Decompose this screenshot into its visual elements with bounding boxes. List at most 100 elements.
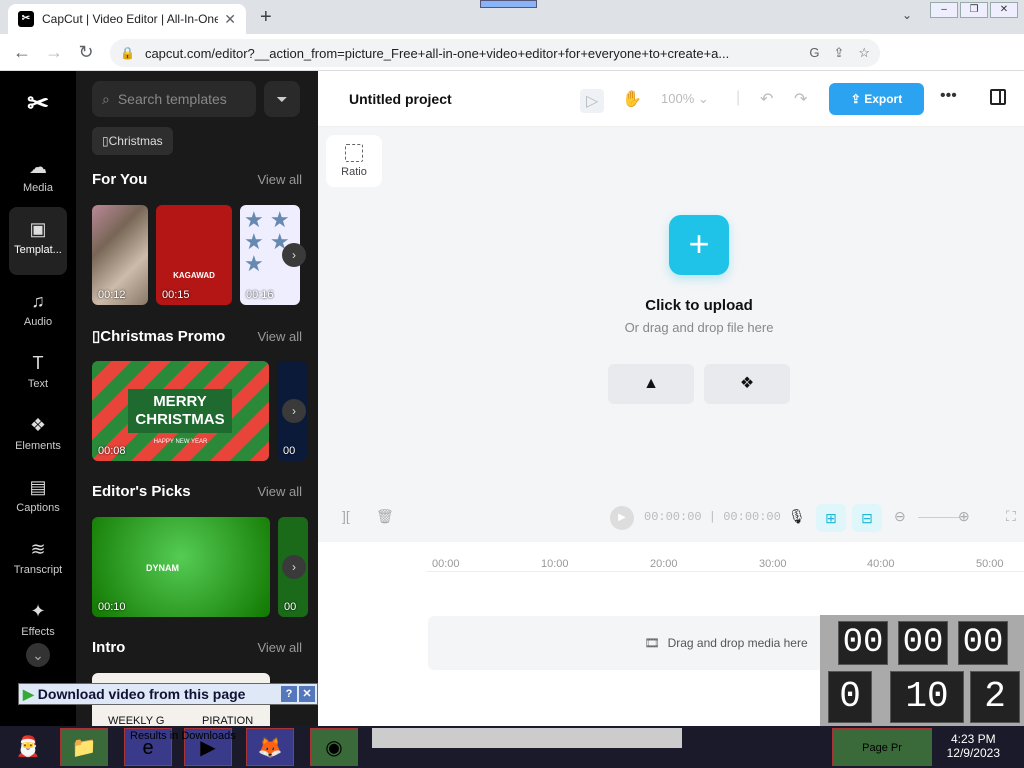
nav-label: Transcript bbox=[13, 564, 63, 576]
link-icon: ⊟ bbox=[861, 510, 873, 526]
back-button[interactable]: ← bbox=[6, 42, 38, 63]
tray-label: Page Pr bbox=[862, 742, 902, 754]
ratio-button[interactable]: Ratio bbox=[326, 135, 382, 187]
filter-button[interactable]: ⏷ bbox=[264, 81, 300, 117]
template-icon: ▣ bbox=[29, 219, 47, 239]
expand-nav-button[interactable]: ⌄ bbox=[26, 643, 50, 667]
capcut-logo[interactable]: ✂ bbox=[24, 89, 52, 117]
clock-digit: 00 bbox=[958, 621, 1008, 665]
split-icon[interactable]: ][ bbox=[342, 508, 350, 524]
help-icon[interactable]: ? bbox=[281, 686, 297, 702]
firefox-icon[interactable]: 🦊 bbox=[246, 728, 294, 766]
share-icon[interactable]: ⇪ bbox=[833, 45, 844, 61]
start-santa-icon[interactable]: 🎅 bbox=[4, 728, 52, 766]
google-icon[interactable]: G bbox=[809, 45, 819, 61]
next-arrow-button[interactable]: › bbox=[282, 555, 306, 579]
template-thumbnail[interactable]: 00:12 bbox=[92, 205, 148, 305]
close-icon[interactable]: ✕ bbox=[299, 686, 315, 702]
zoom-dropdown[interactable]: 100% ⌄ bbox=[661, 91, 709, 107]
close-tab-icon[interactable]: ✕ bbox=[224, 11, 236, 28]
redo-icon[interactable]: ↷ bbox=[794, 89, 807, 109]
tab-title: CapCut | Video Editor | All-In-One bbox=[42, 12, 219, 26]
undo-icon[interactable]: ↶ bbox=[760, 89, 773, 109]
nav-templates[interactable]: ▣ Templat... bbox=[9, 207, 67, 275]
address-toolbar: ← → ↻ 🔒 capcut.com/editor?__action_from=… bbox=[0, 34, 1024, 94]
section-title-text: Christmas Promo bbox=[100, 328, 226, 345]
address-bar[interactable]: 🔒 capcut.com/editor?__action_from=pictur… bbox=[110, 39, 880, 67]
next-arrow-button[interactable]: › bbox=[282, 243, 306, 267]
nav-captions[interactable]: ▤ Captions bbox=[0, 469, 76, 529]
download-video-bar[interactable]: ▶ Download video from this page ? ✕ bbox=[18, 683, 318, 705]
tab-search-chevron-icon[interactable]: ⌄ bbox=[902, 8, 912, 22]
google-drive-button[interactable]: ▲ bbox=[608, 364, 694, 404]
forward-button[interactable]: → bbox=[38, 42, 70, 63]
ruler-tick: 40:00 bbox=[867, 558, 895, 570]
nav-audio[interactable]: ♫ Audio bbox=[0, 283, 76, 343]
search-icon: ⌕ bbox=[102, 90, 110, 107]
section-header: ▯Christmas Promo View all bbox=[92, 327, 302, 345]
duration-label: 00:10 bbox=[98, 601, 126, 613]
file-explorer-icon[interactable]: 📁 bbox=[60, 728, 108, 766]
ruler-tick: 10:00 bbox=[541, 558, 569, 570]
tray-app[interactable]: Page Pr bbox=[832, 728, 932, 766]
new-tab-button[interactable]: + bbox=[260, 6, 272, 29]
view-all-link[interactable]: View all bbox=[257, 640, 302, 655]
section-header: For You View all bbox=[92, 171, 302, 188]
dropbox-button[interactable]: ❖ bbox=[704, 364, 790, 404]
view-all-link[interactable]: View all bbox=[257, 329, 302, 344]
search-input[interactable]: ⌕ Search templates bbox=[92, 81, 256, 117]
view-all-link[interactable]: View all bbox=[257, 484, 302, 499]
select-tool-icon[interactable]: ▷ bbox=[580, 89, 605, 113]
play-button[interactable]: ▶ bbox=[610, 506, 634, 530]
zoom-slider[interactable]: ——— bbox=[918, 508, 960, 524]
fit-icon[interactable]: ⛶ bbox=[1006, 508, 1016, 525]
christmas-chip[interactable]: ▯Christmas bbox=[92, 127, 173, 155]
reload-button[interactable]: ↻ bbox=[70, 42, 102, 63]
download-label: Download video from this page bbox=[37, 686, 246, 702]
zoom-in-icon[interactable]: ⊕ bbox=[958, 508, 970, 525]
chrome-icon[interactable]: ◉ bbox=[310, 728, 358, 766]
microphone-icon[interactable]: 🎙 bbox=[788, 508, 806, 525]
clock-digit: 00 bbox=[898, 621, 948, 665]
link-button[interactable]: ⊟ bbox=[852, 504, 882, 532]
nav-text[interactable]: T Text bbox=[0, 345, 76, 405]
hand-tool-icon[interactable]: ✋ bbox=[622, 89, 642, 109]
view-all-link[interactable]: View all bbox=[257, 172, 302, 187]
close-window-button[interactable]: ✕ bbox=[990, 2, 1018, 18]
timecode: 00:00:00 | 00:00:00 bbox=[644, 510, 781, 524]
taskbar-notice: Results in Downloads bbox=[130, 730, 236, 742]
template-thumbnail[interactable]: MERRY CHRISTMAS HAPPY NEW YEAR 00:08 bbox=[92, 361, 269, 461]
duration-label: 00:15 bbox=[162, 289, 190, 301]
nav-transcript[interactable]: ≋ Transcript bbox=[0, 531, 76, 591]
delete-icon[interactable]: 🗑 bbox=[376, 508, 394, 525]
upload-button[interactable]: + bbox=[669, 215, 729, 275]
export-button[interactable]: ⇪ Export bbox=[829, 83, 924, 115]
clock-digit: 0 bbox=[828, 671, 872, 723]
nav-elements[interactable]: ❖ Elements bbox=[0, 407, 76, 467]
nav-label: Media bbox=[23, 182, 53, 194]
minimize-button[interactable]: – bbox=[930, 2, 958, 18]
music-icon: ♫ bbox=[31, 291, 45, 311]
template-thumbnail[interactable]: DYNAM 00:10 bbox=[92, 517, 270, 617]
nav-media[interactable]: ☁ Media bbox=[0, 149, 76, 209]
zoom-value: 100% bbox=[661, 91, 695, 106]
film-icon: 🎞 bbox=[644, 636, 660, 650]
next-arrow-button[interactable]: › bbox=[282, 399, 306, 423]
duration-label: 00:12 bbox=[98, 289, 126, 301]
bookmark-star-icon[interactable]: ☆ bbox=[858, 45, 870, 61]
browser-tab[interactable]: ✂ CapCut | Video Editor | All-In-One ✕ bbox=[8, 4, 246, 34]
thumb-text: CHRISTMAS bbox=[135, 411, 225, 428]
magnet-snap-button[interactable]: ⊞ bbox=[816, 504, 846, 532]
system-clock[interactable]: 4:23 PM 12/9/2023 bbox=[947, 732, 1000, 760]
url-text: capcut.com/editor?__action_from=picture_… bbox=[144, 45, 730, 61]
project-title[interactable]: Untitled project bbox=[349, 91, 452, 107]
captions-icon: ▤ bbox=[29, 477, 47, 497]
clock-digit: 00 bbox=[838, 621, 888, 665]
export-label: Export bbox=[864, 92, 903, 106]
layout-toggle-icon[interactable] bbox=[990, 89, 1006, 105]
restore-button[interactable]: ❐ bbox=[960, 2, 988, 18]
capcut-favicon-icon: ✂ bbox=[18, 11, 34, 27]
zoom-out-icon[interactable]: ⊖ bbox=[894, 508, 906, 525]
more-options-icon[interactable]: ••• bbox=[940, 87, 957, 105]
template-thumbnail[interactable]: KAGAWAD 00:15 bbox=[156, 205, 232, 305]
